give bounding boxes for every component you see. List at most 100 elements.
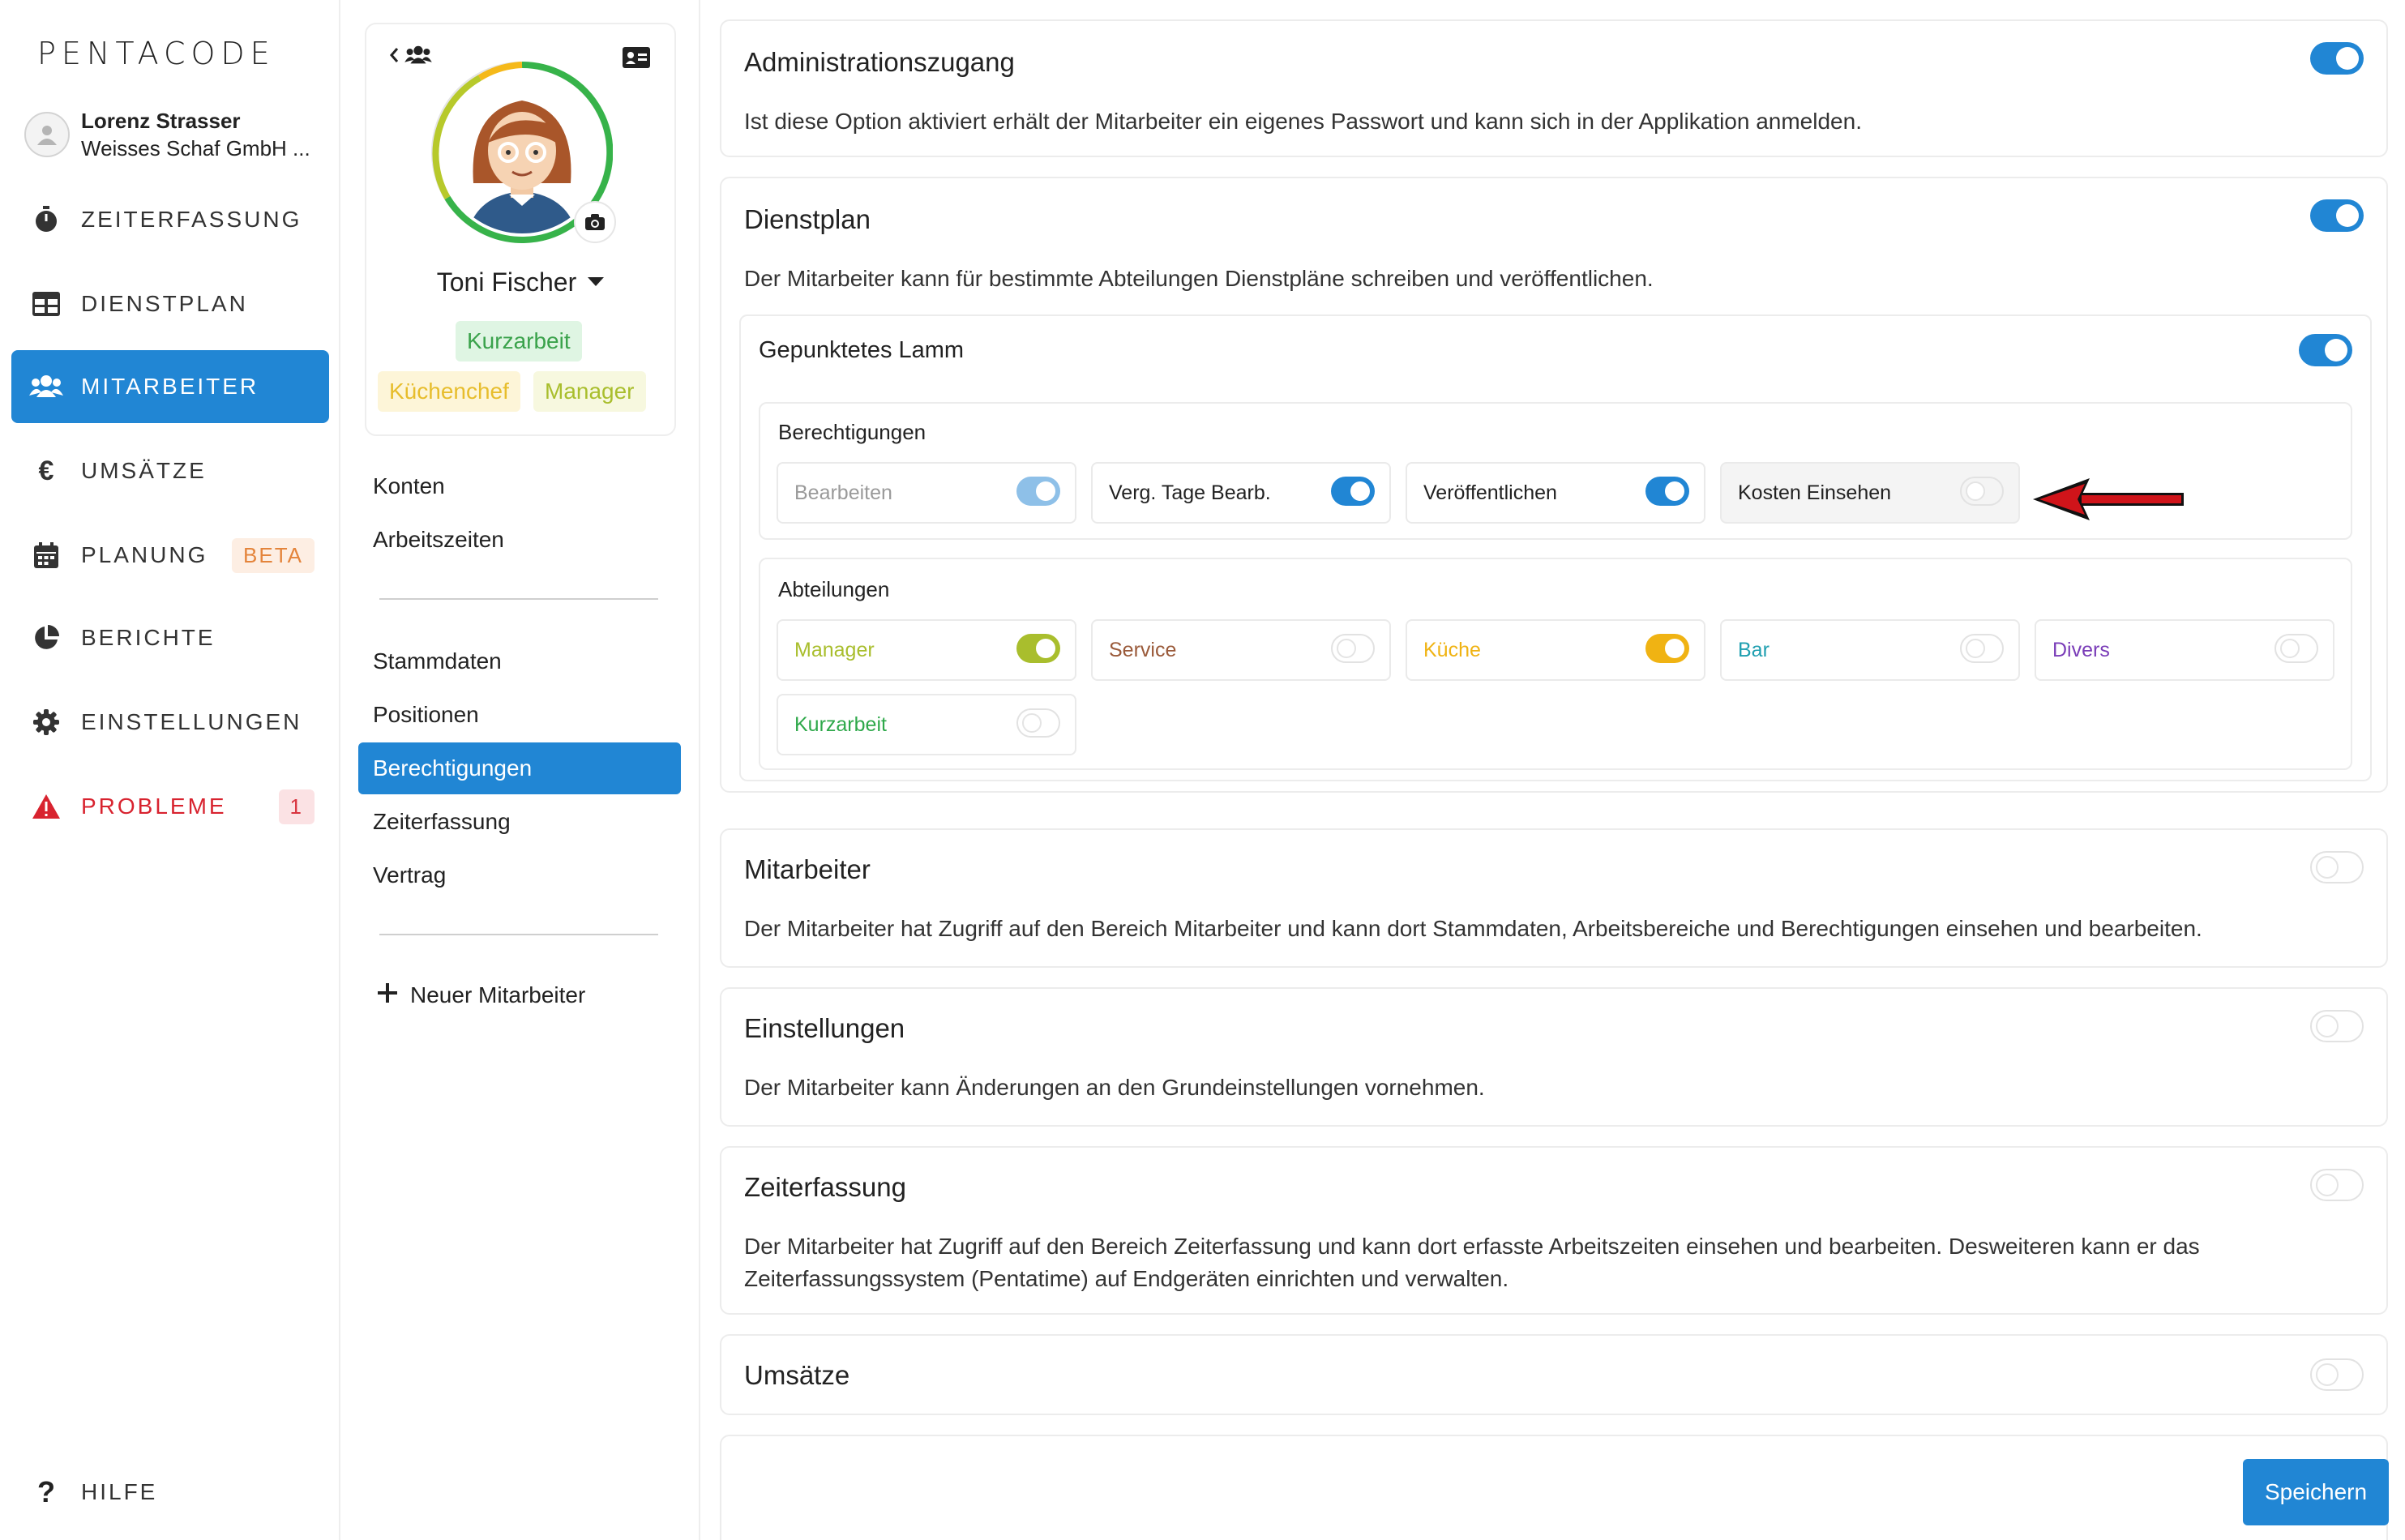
subnav-stammdaten[interactable]: Stammdaten [373,635,502,687]
dept-kurzarbeit[interactable]: Kurzarbeit [777,694,1076,755]
save-button[interactable]: Speichern [2243,1459,2389,1525]
card-title: Administrationszugang [744,47,1015,77]
dept-kueche-toggle[interactable] [1645,634,1689,663]
subnav-arbeitszeiten[interactable]: Arbeitszeiten [373,514,504,566]
nav-item-berichte[interactable]: BERICHTE [11,601,329,674]
dept-kueche[interactable]: Küche [1406,619,1705,681]
new-employee-label: Neuer Mitarbeiter [410,982,586,1007]
mitarbeiter-toggle[interactable] [2310,851,2364,883]
dept-service[interactable]: Service [1091,619,1391,681]
card-umsaetze: Umsätze [720,1334,2388,1415]
new-employee-button[interactable]: Neuer Mitarbeiter [378,982,585,1008]
id-card-icon[interactable] [623,47,650,72]
user-company: Weisses Schaf GmbH ... [81,136,310,160]
app-logo[interactable]: PENTACODE [37,36,276,71]
location-name: Gepunktetes Lamm [759,337,965,363]
right-kosten-einsehen[interactable]: Kosten Einsehen [1720,462,2020,524]
permissions-panel: Administrationszugang Ist diese Option a… [700,0,2405,1540]
nav-label: HILFE [81,1479,158,1504]
nav-label: UMSÄTZE [81,458,207,483]
dept-label: Service [1109,638,1177,661]
subnav-divider [379,598,658,600]
nav-label: PLANUNG [81,542,208,567]
dept-bar-toggle[interactable] [1960,634,2004,663]
profile-card: Toni Fischer Kurzarbeit Küchenchef Manag… [365,23,676,436]
euro-icon: € [38,455,54,486]
plus-icon [378,982,397,1008]
dept-divers[interactable]: Divers [2035,619,2334,681]
subnav-positionen[interactable]: Positionen [373,689,479,741]
nav-item-mitarbeiter[interactable]: MITARBEITER [11,350,329,423]
caret-down-icon [588,277,605,287]
subnav-vertrag[interactable]: Vertrag [373,849,446,901]
rights-label: Berechtigungen [778,420,926,444]
departments-label: Abteilungen [778,577,890,601]
warning-icon [11,794,81,819]
back-to-employees-button[interactable] [389,45,433,69]
subnav-konten[interactable]: Konten [373,460,445,512]
problems-count-badge: 1 [278,789,315,824]
user-name: Lorenz Strasser [81,109,241,133]
card-zeiterfassung: Zeiterfassung Der Mitarbeiter hat Zugrif… [720,1146,2388,1315]
nav-item-dienstplan[interactable]: DIENSTPLAN [11,267,329,340]
users-icon [11,374,81,399]
table-icon [11,292,81,316]
einstellungen-toggle[interactable] [2310,1010,2364,1042]
subnav-zeiterfassung[interactable]: Zeiterfassung [373,796,511,848]
nav-label: ZEITERFASSUNG [81,207,302,232]
right-label: Kosten Einsehen [1738,481,1892,504]
right-veroeffentlichen[interactable]: Veröffentlichen [1406,462,1705,524]
card-title: Zeiterfassung [744,1172,906,1202]
card-description: Der Mitarbeiter kann für bestimmte Abtei… [744,266,1654,291]
zeiterfassung-toggle[interactable] [2310,1169,2364,1201]
chevron-left-icon [389,47,399,67]
nav-item-zeiterfassung[interactable]: ZEITERFASSUNG [11,183,329,256]
nav-item-planung[interactable]: PLANUNG BETA [11,519,329,592]
dept-label: Manager [794,638,875,661]
nav-item-hilfe[interactable]: ? HILFE [11,1456,329,1529]
card-description: Der Mitarbeiter hat Zugriff auf den Bere… [744,1234,2200,1291]
card-administrationszugang: Administrationszugang Ist diese Option a… [720,19,2388,157]
right-bearbeiten[interactable]: Bearbeiten [777,462,1076,524]
red-arrow-icon [2033,478,2184,520]
card-description: Der Mitarbeiter hat Zugriff auf den Bere… [744,916,2202,941]
nav-item-probleme[interactable]: PROBLEME 1 [11,770,329,843]
nav-label: PROBLEME [81,794,227,819]
dept-bar[interactable]: Bar [1720,619,2020,681]
dept-divers-toggle[interactable] [2274,634,2318,663]
dept-manager-toggle[interactable] [1016,634,1060,663]
location-toggle[interactable] [2299,334,2352,366]
stopwatch-icon [11,206,81,233]
employee-sidebar: Toni Fischer Kurzarbeit Küchenchef Manag… [340,0,700,1540]
nav-item-einstellungen[interactable]: EINSTELLUNGEN [11,686,329,759]
camera-icon[interactable] [574,201,616,243]
pie-chart-icon [11,625,81,651]
dienstplan-toggle[interactable] [2310,199,2364,232]
rights-block: Berechtigungen Bearbeiten Verg. Tage Bea… [759,402,2352,540]
umsaetze-toggle[interactable] [2310,1358,2364,1391]
veroeffentlichen-toggle[interactable] [1645,477,1689,506]
kosten-einsehen-toggle[interactable] [1960,477,2004,506]
location-block: Gepunktetes Lamm Berechtigungen Bearbeit… [739,314,2372,781]
right-label: Verg. Tage Bearb. [1109,481,1271,504]
employee-name-dropdown[interactable]: Toni Fischer [366,267,674,297]
card-einstellungen: Einstellungen Der Mitarbeiter kann Änder… [720,987,2388,1127]
current-user[interactable]: Lorenz Strasser Weisses Schaf GmbH ... [24,107,310,162]
dept-label: Divers [2052,638,2110,661]
admin-access-toggle[interactable] [2310,42,2364,75]
nav-label: MITARBEITER [81,374,259,399]
nav-item-umsaetze[interactable]: € UMSÄTZE [11,434,329,507]
tag-kurzarbeit: Kurzarbeit [456,321,582,361]
dept-kurzarbeit-toggle[interactable] [1016,708,1060,738]
dept-manager[interactable]: Manager [777,619,1076,681]
verg-tage-toggle[interactable] [1331,477,1375,506]
nav-label: EINSTELLUNGEN [81,709,302,734]
right-verg-tage[interactable]: Verg. Tage Bearb. [1091,462,1391,524]
right-label: Bearbeiten [794,481,892,504]
card-next-partial [720,1435,2388,1540]
dept-service-toggle[interactable] [1331,634,1375,663]
card-description: Ist diese Option aktiviert erhält der Mi… [744,109,1862,134]
subnav-berechtigungen[interactable]: Berechtigungen [358,742,681,794]
user-avatar-icon [24,112,70,157]
bearbeiten-toggle[interactable] [1016,477,1060,506]
